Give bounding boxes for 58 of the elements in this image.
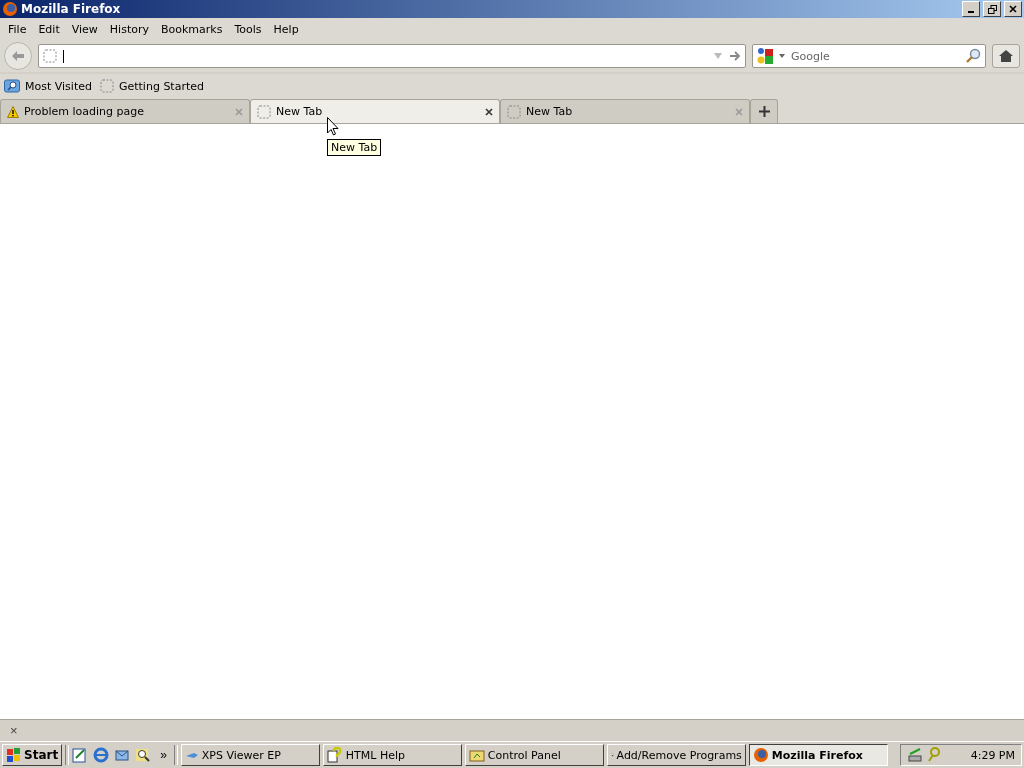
menu-item[interactable]: Edit <box>32 22 66 36</box>
taskbar-button[interactable]: Add/Remove Programs <box>606 744 746 766</box>
taskbar-button[interactable]: XPS Viewer EP <box>180 744 320 766</box>
page-icon <box>507 104 521 119</box>
close-button[interactable]: × <box>8 723 20 738</box>
search-field[interactable]: Google <box>752 44 986 68</box>
back-button[interactable] <box>4 42 32 70</box>
menu-item[interactable]: File <box>2 22 33 36</box>
tooltip: New Tab <box>327 139 382 156</box>
page-icon <box>99 79 114 93</box>
plus-icon <box>758 106 770 117</box>
folder-icon <box>4 79 20 93</box>
restore-button[interactable] <box>983 1 1001 17</box>
menu-item[interactable]: View <box>65 22 104 36</box>
warning-icon <box>7 105 19 118</box>
bookmark-item[interactable]: Most Visited <box>4 79 92 93</box>
menu-item[interactable]: Bookmarks <box>155 22 229 36</box>
site-icon <box>43 49 57 63</box>
browser-icon[interactable] <box>93 747 110 763</box>
help-icon <box>326 747 343 763</box>
home-button[interactable] <box>992 44 1020 68</box>
bookmark-item[interactable]: Getting Started <box>99 79 204 93</box>
menu-item[interactable]: History <box>103 22 155 36</box>
go-arrow-icon[interactable] <box>729 51 741 61</box>
window-title: Mozilla Firefox <box>21 2 122 16</box>
close-button[interactable] <box>1004 1 1022 17</box>
dropdown-icon[interactable] <box>713 52 723 60</box>
mail-icon[interactable] <box>114 747 131 763</box>
windows-logo-icon <box>6 747 22 763</box>
browser-tab[interactable]: Problem loading page <box>0 99 250 123</box>
minimize-button[interactable] <box>962 1 980 17</box>
magnifier-icon[interactable] <box>135 747 152 763</box>
taskbar-button[interactable]: Control Panel <box>464 744 604 766</box>
browser-tab[interactable]: New Tab <box>250 99 500 123</box>
caret-icon[interactable] <box>779 54 785 58</box>
address-field[interactable] <box>38 44 746 68</box>
search-icon[interactable] <box>965 48 981 64</box>
menu-item[interactable]: Help <box>267 22 305 36</box>
browser-tab[interactable]: New Tab <box>500 99 750 123</box>
firefox-icon <box>752 747 769 763</box>
folder-icon <box>468 748 485 762</box>
network-icon[interactable] <box>907 747 923 763</box>
search-engine-icon[interactable] <box>757 47 775 65</box>
close-icon[interactable] <box>485 107 493 116</box>
start-button[interactable]: Start <box>2 744 63 766</box>
page-icon <box>257 104 271 119</box>
clock: 4:29 PM <box>970 748 1015 762</box>
taskbar-button[interactable]: HTML Help <box>322 744 462 766</box>
taskbar-button[interactable]: Mozilla Firefox <box>748 744 888 766</box>
notepad-icon[interactable] <box>72 747 89 763</box>
close-icon <box>1009 5 1017 13</box>
more-button[interactable]: » <box>156 748 171 762</box>
restore-icon <box>987 4 997 14</box>
back-arrow-icon <box>11 50 25 62</box>
new-tab-button[interactable] <box>750 99 778 123</box>
menu-item[interactable]: Tools <box>228 22 268 36</box>
home-icon <box>998 49 1014 63</box>
firefox-icon <box>2 1 18 17</box>
